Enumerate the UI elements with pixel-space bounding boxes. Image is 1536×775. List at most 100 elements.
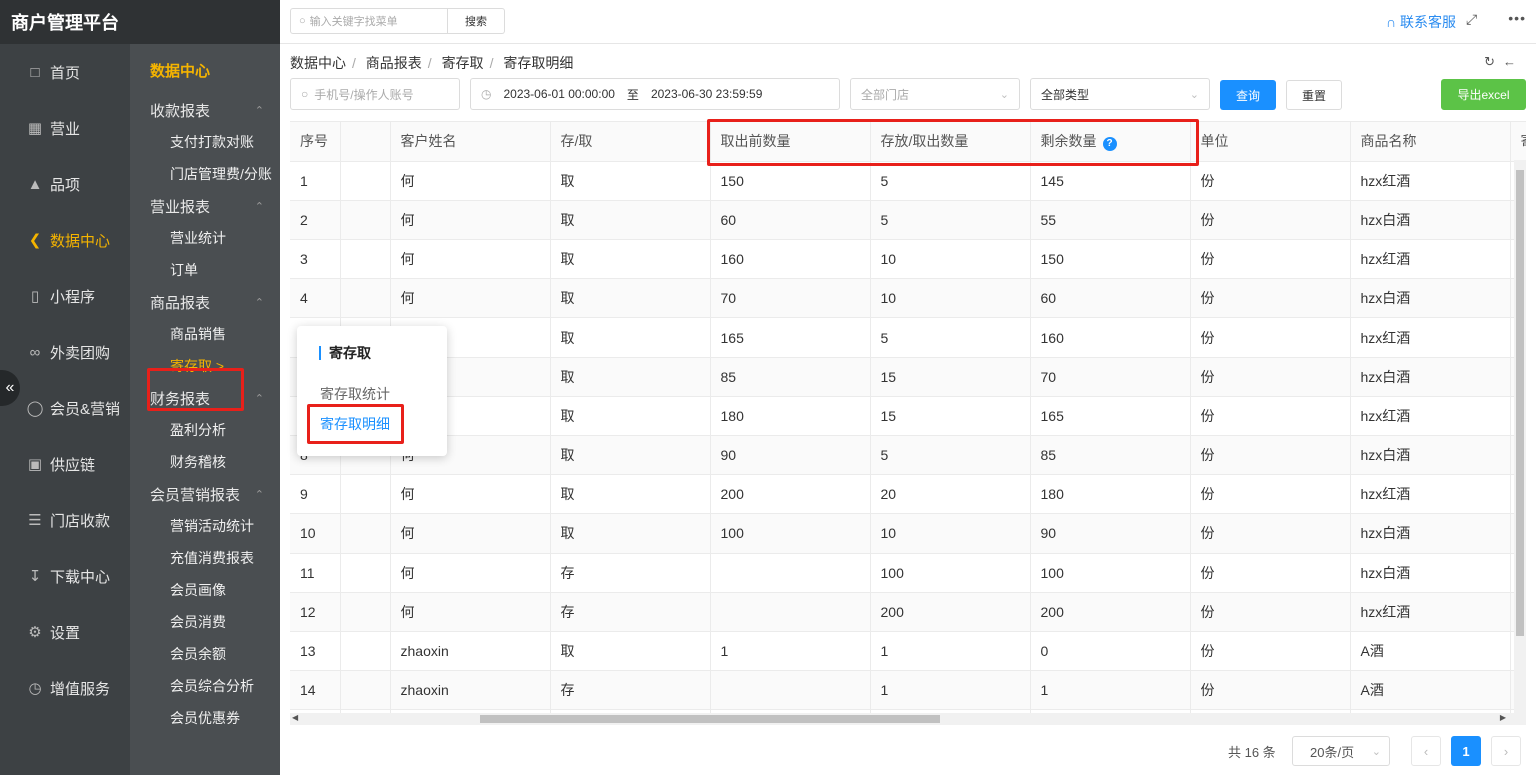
table-cell <box>340 200 391 241</box>
subnav-group-member-marketing[interactable]: 会员营销报表 ⌃ <box>130 478 280 510</box>
nav-delivery[interactable]: ∞ 外卖团购 <box>0 324 130 380</box>
popup-item-storage-stats[interactable]: 寄存取统计 <box>320 384 390 404</box>
subnav-group-business[interactable]: 营业报表 ⌃ <box>130 190 280 222</box>
table-row[interactable]: 11 何存 100 100 份 hzx白酒 <box>290 553 1526 593</box>
col-header: 商品名称 <box>1350 122 1511 162</box>
pager-total: 共 16 条 <box>1228 744 1276 760</box>
contact-service-link[interactable]: ∩ 联系客服 <box>1386 12 1456 32</box>
table-cell: 165 <box>1030 396 1191 437</box>
table-row[interactable]: 12 何存 200 200 份 hzx红酒 <box>290 592 1526 632</box>
scroll-thumb[interactable] <box>480 715 940 723</box>
table-cell: 15 <box>870 357 1031 397</box>
table-row[interactable]: 8何取90585份hzx白酒 <box>290 435 1526 476</box>
subnav-item[interactable]: 会员消费 <box>130 606 280 638</box>
subnav-item[interactable]: 会员优惠券 <box>130 702 280 734</box>
table-row[interactable]: 7何取18015165份hzx红酒 <box>290 396 1526 437</box>
breadcrumb-item[interactable]: 商品报表 <box>366 55 422 71</box>
subnav-item[interactable]: 盈利分析 <box>130 414 280 446</box>
table-cell: 70 <box>710 278 871 319</box>
subnav-item[interactable]: 财务稽核 <box>130 446 280 478</box>
table-cell: 取 <box>550 474 711 515</box>
table-cell: 份 <box>1190 670 1351 711</box>
table-cell: hzx红酒 <box>1350 161 1511 201</box>
scroll-right-icon[interactable]: ▶ <box>1500 713 1506 722</box>
col-header: 寄 <box>1510 122 1526 162</box>
more-icon[interactable]: ••• <box>1508 10 1526 26</box>
table-cell: 150 <box>710 161 871 201</box>
table-cell: 存 <box>550 592 711 632</box>
table-cell: 200 <box>1030 592 1191 632</box>
table-row[interactable]: 9 何取 200 20 180 份 hzx红酒 <box>290 474 1526 515</box>
chevron-down-icon: ⌄ <box>1189 88 1199 101</box>
table-row[interactable]: 4 何取 70 10 60 份 hzx白酒 <box>290 278 1526 319</box>
page-size-select[interactable]: 20条/页 ⌄ <box>1292 736 1390 766</box>
subnav-item[interactable]: 支付打款对账 <box>130 126 280 158</box>
table-cell <box>340 239 391 280</box>
table-cell: 14 <box>290 670 341 711</box>
gear-icon: ⚙ <box>28 624 42 641</box>
table-cell: 165 <box>710 317 871 358</box>
table-cell: 取 <box>550 513 711 554</box>
menu-search-input[interactable]: ○ 输入关键字找菜单 <box>290 8 448 34</box>
table-row[interactable]: 2 何取 60 5 55 份 hzx白酒 <box>290 200 1526 241</box>
table-cell: 取 <box>550 396 711 437</box>
subnav-item[interactable]: 商品销售 <box>130 318 280 350</box>
nav-home[interactable]: □ 首页 <box>0 44 130 100</box>
download-icon: ↧ <box>28 568 42 585</box>
fullscreen-icon[interactable]: ⤢ <box>1466 11 1484 29</box>
horizontal-scrollbar[interactable]: ◀ ▶ <box>290 713 1526 725</box>
export-excel-button[interactable]: 导出excel <box>1441 79 1526 110</box>
table-cell <box>340 161 391 201</box>
scroll-thumb[interactable] <box>1516 170 1524 636</box>
vertical-scrollbar[interactable] <box>1514 160 1526 713</box>
table-row[interactable]: 1 何取 150 5 145 份 hzx红酒 <box>290 161 1526 201</box>
nav-store-payment[interactable]: ☰ 门店收款 <box>0 492 130 548</box>
query-button[interactable]: 查询 <box>1220 80 1276 110</box>
table-row[interactable]: 5何取1655160份hzx红酒 <box>290 317 1526 358</box>
scroll-left-icon[interactable]: ◀ <box>292 713 298 722</box>
next-page-button[interactable]: › <box>1491 736 1521 766</box>
breadcrumb-item[interactable]: 数据中心 <box>290 55 346 71</box>
nav-miniprogram[interactable]: ▯ 小程序 <box>0 268 130 324</box>
nav-value-added[interactable]: ◷ 增值服务 <box>0 660 130 716</box>
back-arrow-icon[interactable]: ← <box>1503 54 1524 69</box>
nav-business[interactable]: ▦ 营业 <box>0 100 130 156</box>
top-bar: ○ 输入关键字找菜单 搜索 ∩ 联系客服 ⤢ ••• <box>280 0 1536 44</box>
subnav-group-products[interactable]: 商品报表 ⌃ <box>130 286 280 318</box>
nav-supply[interactable]: ▣ 供应链 <box>0 436 130 492</box>
type-select[interactable]: 全部类型 ⌄ <box>1030 78 1210 110</box>
subnav-item[interactable]: 会员余额 <box>130 638 280 670</box>
table-cell: 70 <box>1030 357 1191 397</box>
refresh-icon[interactable]: ↻ <box>1484 54 1503 69</box>
breadcrumb-item[interactable]: 寄存取 <box>442 55 484 71</box>
nav-data-center[interactable]: ❮ 数据中心 <box>0 212 130 268</box>
prev-page-button[interactable]: ‹ <box>1411 736 1441 766</box>
table-cell: A酒 <box>1350 670 1511 711</box>
table-row[interactable]: 6何取851570份hzx白酒 <box>290 357 1526 397</box>
store-select[interactable]: 全部门店 ⌄ <box>850 78 1020 110</box>
phone-search-input[interactable]: ○ 手机号/操作人账号 <box>290 78 460 110</box>
table-cell: 5 <box>870 317 1031 358</box>
nav-download[interactable]: ↧ 下载中心 <box>0 548 130 604</box>
subnav-item[interactable]: 门店管理费/分账 <box>130 158 280 190</box>
page-number-current[interactable]: 1 <box>1451 736 1481 766</box>
subnav-item[interactable]: 订单 <box>130 254 280 286</box>
table-row[interactable]: 3 何取 160 10 150 份 hzx红酒 <box>290 239 1526 280</box>
subnav-item[interactable]: 会员画像 <box>130 574 280 606</box>
nav-settings[interactable]: ⚙ 设置 <box>0 604 130 660</box>
table-row[interactable]: 14 zhaoxin 存 1 1 份 A酒 <box>290 670 1526 711</box>
table-cell: 存 <box>550 553 711 593</box>
table-cell: 3 <box>290 239 341 280</box>
reset-button[interactable]: 重置 <box>1286 80 1342 110</box>
table-cell: hzx红酒 <box>1350 474 1511 515</box>
subnav-item[interactable]: 会员综合分析 <box>130 670 280 702</box>
subnav-item[interactable]: 营销活动统计 <box>130 510 280 542</box>
subnav-item[interactable]: 营业统计 <box>130 222 280 254</box>
date-range-picker[interactable]: ◷ 2023-06-01 00:00:00 至 2023-06-30 23:59… <box>470 78 840 110</box>
subnav-item[interactable]: 充值消费报表 <box>130 542 280 574</box>
table-row[interactable]: 13 zhaoxin 取 1 1 0 份 A酒 <box>290 631 1526 672</box>
nav-products[interactable]: ▲ 品项 <box>0 156 130 212</box>
table-row[interactable]: 10 何取 100 10 90 份 hzx白酒 <box>290 513 1526 554</box>
menu-search-button[interactable]: 搜索 <box>448 8 505 34</box>
subnav-group-payment[interactable]: 收款报表 ⌃ <box>130 94 280 126</box>
